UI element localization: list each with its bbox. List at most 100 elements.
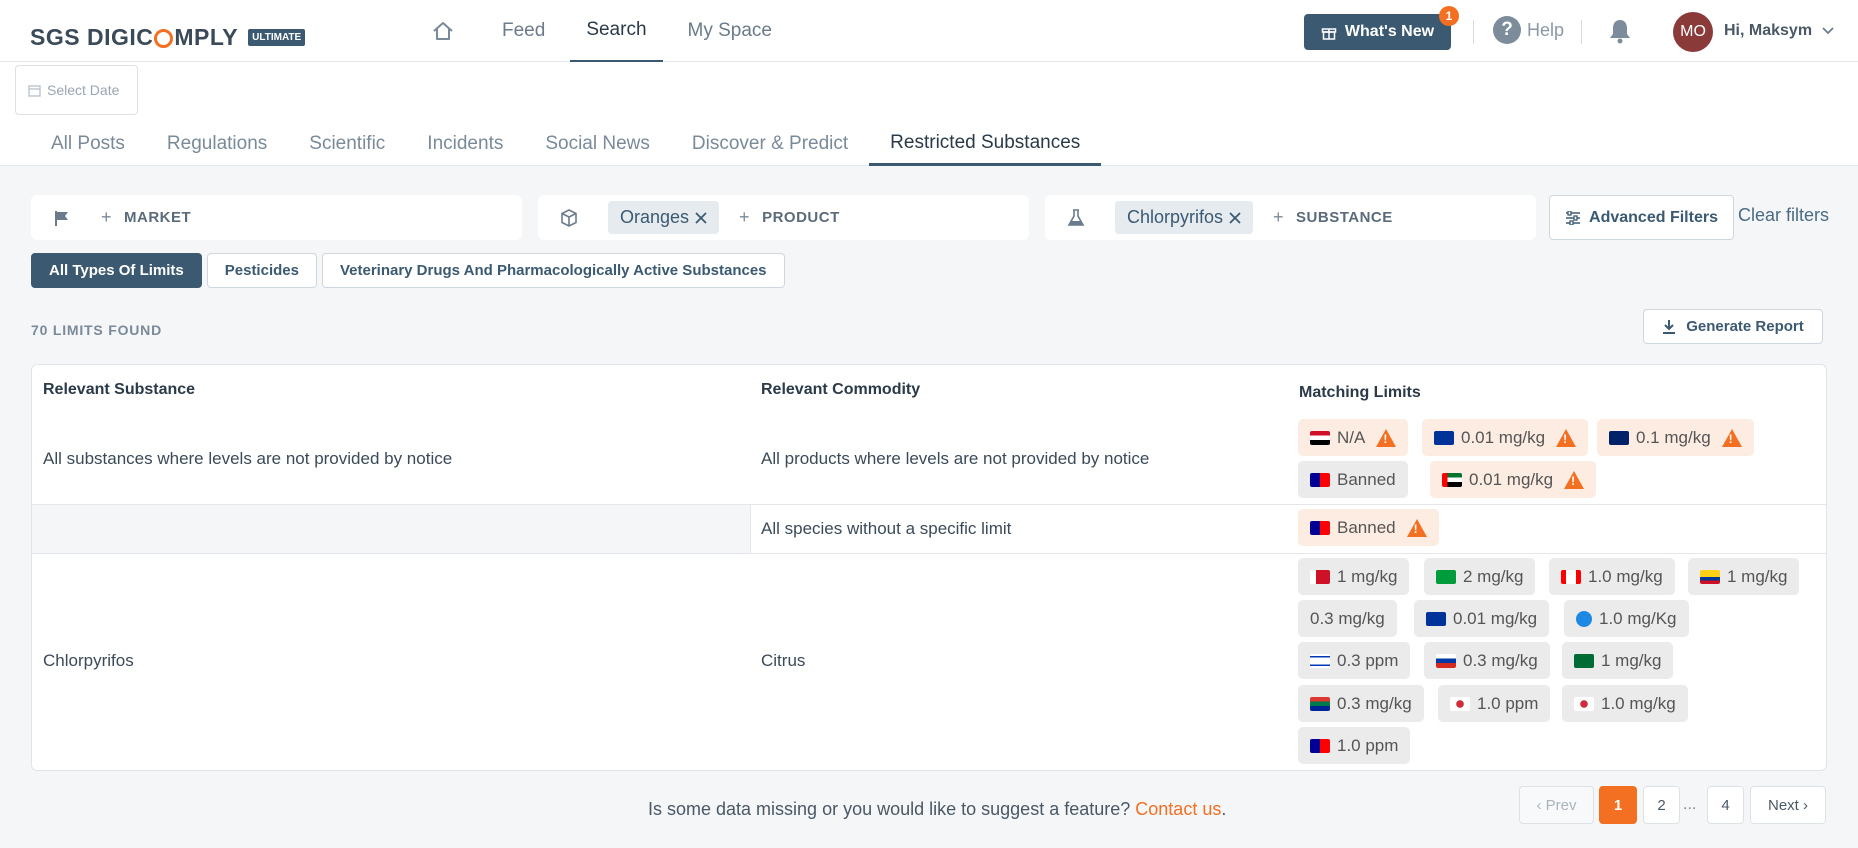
results-count: 70 LIMITS FOUND: [31, 322, 163, 338]
limit-badge[interactable]: 0.1 mg/kg: [1597, 419, 1754, 456]
limit-badge[interactable]: 1.0 ppm: [1298, 727, 1411, 764]
nav-feed[interactable]: Feed: [486, 0, 561, 62]
limit-badge[interactable]: 1 mg/kg: [1688, 558, 1800, 595]
limit-badge[interactable]: 2 mg/kg: [1424, 558, 1536, 595]
warning-icon: [1721, 428, 1742, 447]
limit-type-pesticides[interactable]: Pesticides: [206, 253, 317, 288]
limit-badge[interactable]: N/A: [1298, 419, 1409, 456]
next-page-button[interactable]: Next ›: [1750, 786, 1826, 824]
limit-type-veterinary-drugs[interactable]: Veterinary Drugs And Pharmacologically A…: [321, 253, 785, 288]
add-substance-button[interactable]: + SUBSTANCE: [1273, 207, 1393, 228]
limit-badge[interactable]: 0.01 mg/kg: [1422, 419, 1589, 456]
user-menu[interactable]: Hi, Maksym: [1724, 22, 1834, 40]
generate-report-button[interactable]: Generate Report: [1643, 309, 1823, 344]
add-substance-label: SUBSTANCE: [1296, 209, 1393, 226]
limit-value: 0.3 mg/kg: [1337, 693, 1412, 713]
limit-value: 2 mg/kg: [1463, 566, 1524, 586]
clear-filters-link[interactable]: Clear filters: [1738, 205, 1829, 226]
eu-flag-icon: [1434, 430, 1454, 445]
logo-check-icon: [154, 29, 174, 48]
saudi-arabia-flag-icon: [1574, 653, 1594, 668]
close-icon[interactable]: [695, 211, 707, 224]
limit-type-toggles: All Types Of Limits Pesticides Veterinar…: [31, 253, 785, 288]
add-market-label: MARKET: [124, 209, 192, 226]
close-icon[interactable]: [1229, 211, 1241, 224]
limit-value: 1.0 mg/kg: [1601, 693, 1676, 713]
help-link[interactable]: ? Help: [1493, 16, 1564, 44]
whats-new-button[interactable]: What's New 1: [1304, 6, 1459, 50]
avatar[interactable]: MO: [1673, 12, 1713, 52]
add-market-button[interactable]: + MARKET: [101, 207, 191, 228]
prev-page-button[interactable]: ‹ Prev: [1519, 786, 1594, 824]
content-tabs: All Posts Regulations Scientific Inciden…: [30, 122, 1102, 166]
logo[interactable]: SGS DIGIC MPLY ULTIMATE: [30, 24, 306, 51]
limit-badge[interactable]: 0.3 mg/kg: [1298, 600, 1397, 637]
limit-value: 1.0 mg/Kg: [1599, 608, 1677, 628]
flag-icon: [51, 209, 73, 227]
product-chip: Oranges: [608, 201, 720, 234]
limit-badge[interactable]: 0.3 ppm: [1298, 642, 1411, 679]
add-product-button[interactable]: + PRODUCT: [739, 207, 840, 228]
advanced-filters-button[interactable]: Advanced Filters: [1549, 195, 1734, 240]
plus-icon: +: [739, 207, 751, 227]
nav-my-space[interactable]: My Space: [672, 0, 788, 62]
home-icon[interactable]: [420, 0, 466, 62]
limit-badge[interactable]: Banned: [1298, 509, 1439, 546]
tab-incidents[interactable]: Incidents: [406, 122, 524, 166]
nav-search[interactable]: Search: [570, 0, 663, 62]
feedback-end: .: [1221, 799, 1227, 819]
tab-restricted-substances[interactable]: Restricted Substances: [869, 122, 1102, 166]
divider: [1581, 20, 1582, 44]
limit-badge[interactable]: 0.01 mg/kg: [1414, 600, 1550, 637]
gift-icon: [1321, 28, 1337, 40]
logo-text-prefix: SGS DIGIC: [30, 24, 154, 50]
limit-value: 0.01 mg/kg: [1461, 427, 1546, 447]
add-product-label: PRODUCT: [762, 209, 840, 226]
row-2-substance: [32, 505, 751, 553]
product-filter: Oranges + PRODUCT: [538, 195, 1029, 240]
box-icon: [558, 208, 580, 227]
row-1-commodity: All products where levels are not provid…: [761, 449, 1150, 468]
limit-badge[interactable]: 0.01 mg/kg: [1430, 461, 1597, 498]
limit-value: Banned: [1337, 517, 1396, 537]
tab-discover-predict[interactable]: Discover & Predict: [671, 122, 869, 166]
limit-value: N/A: [1337, 427, 1366, 447]
feedback-message: Is some data missing or you would like t…: [648, 799, 1131, 819]
israel-flag-icon: [1310, 653, 1330, 668]
tab-all-posts[interactable]: All Posts: [30, 122, 146, 166]
whats-new-count-badge: 1: [1439, 6, 1459, 26]
globe-icon: [1576, 610, 1592, 627]
chevron-down-icon: [1822, 27, 1834, 35]
limit-badge[interactable]: 0.3 mg/kg: [1424, 642, 1550, 679]
advanced-filters-label: Advanced Filters: [1589, 208, 1718, 226]
limit-badge[interactable]: 1.0 ppm: [1438, 685, 1551, 722]
limit-value: 0.3 ppm: [1337, 650, 1399, 670]
limit-badge[interactable]: 1.0 mg/Kg: [1564, 600, 1689, 637]
limit-type-all[interactable]: All Types Of Limits: [31, 253, 202, 288]
new-zealand-flag-icon: [1609, 430, 1629, 445]
page-1-button[interactable]: 1: [1599, 786, 1637, 824]
plus-icon: +: [1273, 207, 1285, 227]
limit-badge[interactable]: 1.0 mg/kg: [1549, 558, 1675, 595]
contact-us-link[interactable]: Contact us: [1135, 799, 1221, 819]
tab-social-news[interactable]: Social News: [524, 122, 671, 166]
sliders-icon: [1566, 210, 1581, 225]
tab-scientific[interactable]: Scientific: [288, 122, 406, 166]
limit-badge[interactable]: Banned: [1298, 461, 1408, 498]
bell-icon[interactable]: [1605, 16, 1635, 46]
limit-badge[interactable]: 1 mg/kg: [1298, 558, 1410, 595]
taiwan-flag-icon: [1310, 738, 1330, 753]
bahrain-flag-icon: [1310, 569, 1330, 584]
limit-badge[interactable]: 1 mg/kg: [1562, 642, 1674, 679]
limit-badge[interactable]: 1.0 mg/kg: [1562, 685, 1688, 722]
tab-regulations[interactable]: Regulations: [146, 122, 288, 166]
limit-value: 0.3 mg/kg: [1463, 650, 1538, 670]
warning-icon: [1564, 470, 1585, 489]
limit-badge[interactable]: 0.3 mg/kg: [1298, 685, 1424, 722]
limit-value: 1.0 ppm: [1477, 693, 1539, 713]
select-date-button[interactable]: Select Date: [15, 65, 138, 115]
limit-value: 0.1 mg/kg: [1636, 427, 1711, 447]
page-4-button[interactable]: 4: [1707, 786, 1744, 824]
row-2-commodity: All species without a specific limit: [761, 519, 1012, 538]
page-2-button[interactable]: 2: [1643, 786, 1680, 824]
